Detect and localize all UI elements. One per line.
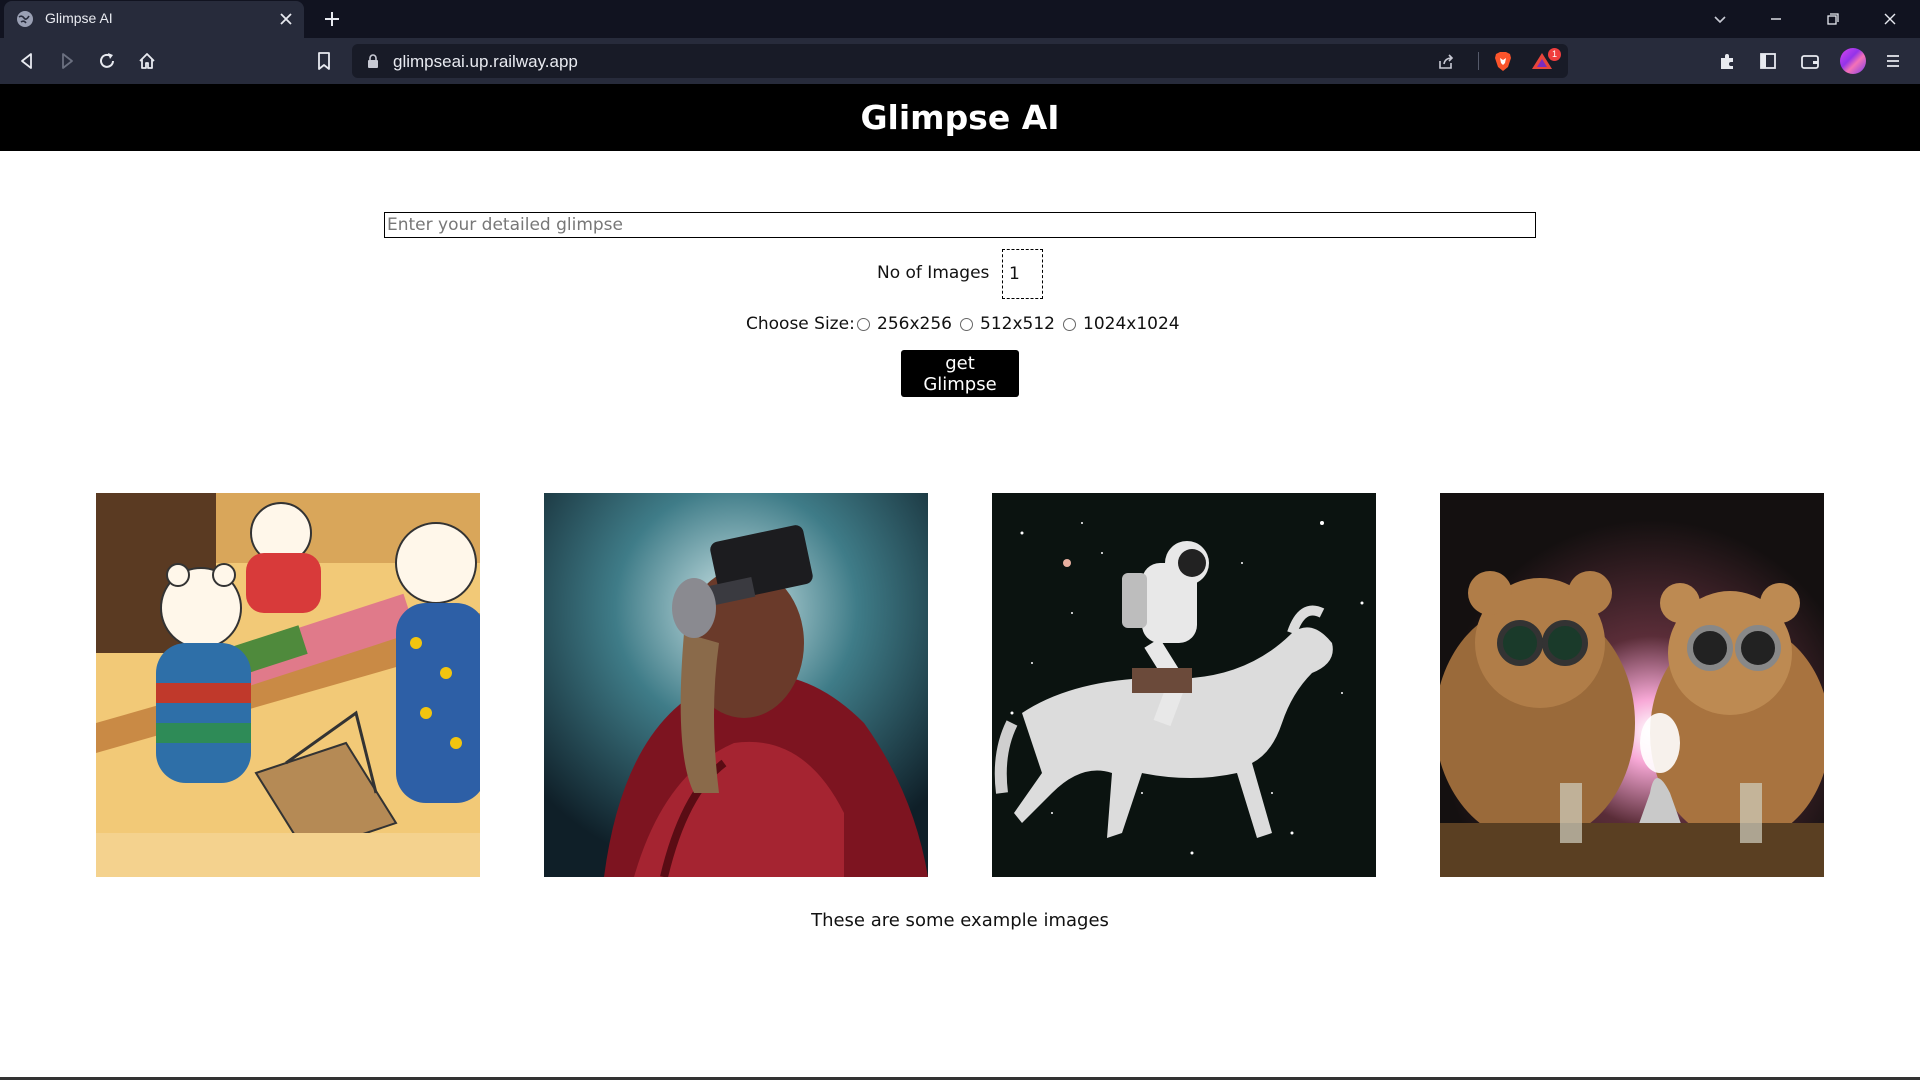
size-option-1024[interactable]: 1024x1024 xyxy=(1083,314,1180,334)
example-image-vr-portrait xyxy=(544,493,928,877)
lock-icon[interactable] xyxy=(366,54,380,68)
new-tab-icon[interactable] xyxy=(322,9,342,29)
address-bar-divider xyxy=(1478,52,1479,70)
reload-icon[interactable] xyxy=(96,50,118,72)
rewards-badge: 1 xyxy=(1548,48,1561,61)
brave-shields-icon[interactable] xyxy=(1492,50,1514,72)
close-window-icon[interactable] xyxy=(1880,9,1900,29)
profile-avatar[interactable] xyxy=(1840,48,1866,74)
restore-icon[interactable] xyxy=(1823,9,1843,29)
image-count-input[interactable] xyxy=(1002,249,1043,299)
example-image-astronaut-horse xyxy=(992,493,1376,877)
browser-tab[interactable]: Glimpse AI xyxy=(4,1,304,38)
globe-icon xyxy=(17,11,33,27)
size-radio-1024[interactable] xyxy=(1063,318,1076,331)
prompt-input[interactable] xyxy=(384,212,1536,238)
example-image-teddy-lab xyxy=(1440,493,1824,877)
close-tab-icon[interactable] xyxy=(278,11,294,27)
tab-bar: Glimpse AI xyxy=(0,0,1920,38)
address-bar[interactable]: glimpseai.up.railway.app 1 xyxy=(352,44,1568,78)
url-text[interactable]: glimpseai.up.railway.app xyxy=(393,52,578,72)
tab-title: Glimpse AI xyxy=(45,10,113,26)
bookmark-icon[interactable] xyxy=(313,50,335,72)
page-title: Glimpse AI xyxy=(860,98,1060,137)
extensions-icon[interactable] xyxy=(1716,50,1738,72)
size-label: Choose Size: xyxy=(746,314,855,334)
size-radio-512[interactable] xyxy=(960,318,973,331)
tab-search-icon[interactable] xyxy=(1710,9,1730,29)
size-radio-256[interactable] xyxy=(857,318,870,331)
home-icon[interactable] xyxy=(136,50,158,72)
menu-icon[interactable] xyxy=(1882,50,1904,72)
image-count-label: No of Images xyxy=(877,263,990,283)
minimize-icon[interactable] xyxy=(1766,9,1786,29)
size-option-512[interactable]: 512x512 xyxy=(980,314,1055,334)
share-icon[interactable] xyxy=(1436,52,1456,72)
get-glimpse-button[interactable]: get Glimpse xyxy=(901,350,1019,397)
example-image-bears-shopping xyxy=(96,493,480,877)
browser-toolbar: glimpseai.up.railway.app 1 xyxy=(0,38,1920,84)
sidebar-icon[interactable] xyxy=(1757,50,1779,72)
back-icon[interactable] xyxy=(16,50,38,72)
examples-caption: These are some example images xyxy=(811,910,1109,931)
site-header: Glimpse AI xyxy=(0,84,1920,151)
wallet-icon[interactable] xyxy=(1799,50,1821,72)
forward-icon[interactable] xyxy=(56,50,78,72)
size-option-256[interactable]: 256x256 xyxy=(877,314,952,334)
